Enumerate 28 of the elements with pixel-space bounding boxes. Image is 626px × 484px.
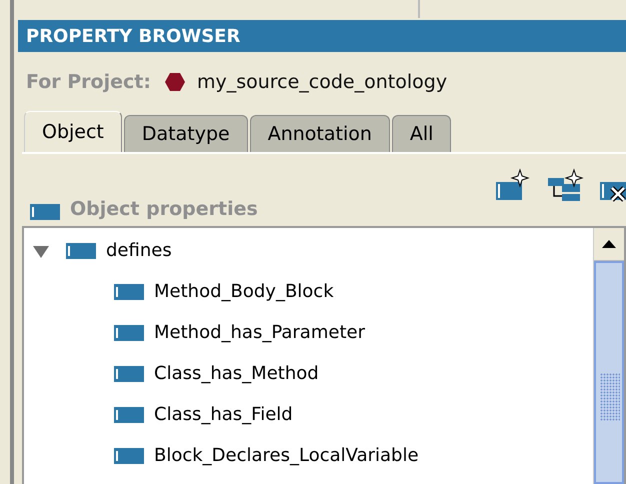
tab[interactable]: Annotation bbox=[250, 115, 390, 152]
tree-item[interactable]: Block_Declares_LocalVariable bbox=[154, 445, 419, 466]
scroll-thumb-grip[interactable] bbox=[600, 373, 620, 421]
property-icon bbox=[66, 242, 96, 258]
tab[interactable]: All bbox=[392, 115, 452, 152]
tab[interactable]: Datatype bbox=[124, 115, 248, 152]
tree-item[interactable]: Class_has_Field bbox=[154, 404, 293, 425]
property-icon bbox=[114, 406, 144, 422]
up-arrow-icon[interactable] bbox=[602, 240, 616, 248]
tree-item[interactable]: defines bbox=[106, 240, 172, 261]
scroll-up-button[interactable] bbox=[594, 228, 624, 261]
tree-item[interactable]: Method_Body_Block bbox=[154, 281, 334, 302]
property-icon bbox=[114, 284, 144, 300]
section-title: Object properties bbox=[70, 198, 258, 220]
tree-item[interactable]: Class_has_Method bbox=[154, 363, 319, 384]
project-name: my_source_code_ontology bbox=[196, 71, 448, 93]
property-icon bbox=[114, 448, 144, 464]
tab[interactable]: Object bbox=[24, 111, 122, 152]
add-subproperty-icon[interactable] bbox=[546, 168, 584, 202]
project-label: For Project: bbox=[26, 71, 151, 93]
scrollbar[interactable] bbox=[593, 228, 624, 484]
hexagon-icon bbox=[164, 72, 185, 92]
add-property-icon[interactable] bbox=[494, 168, 530, 202]
property-icon bbox=[114, 366, 144, 382]
property-icon bbox=[114, 324, 144, 340]
panel-title: PROPERTY BROWSER bbox=[26, 26, 240, 46]
tree-item[interactable]: Method_has_Parameter bbox=[154, 322, 365, 343]
property-icon bbox=[30, 204, 60, 220]
